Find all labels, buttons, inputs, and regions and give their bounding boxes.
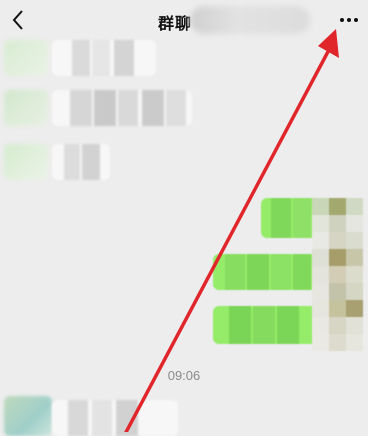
avatar[interactable] bbox=[4, 396, 52, 436]
chat-title: 群聊 bbox=[158, 16, 193, 33]
more-button[interactable] bbox=[335, 10, 363, 30]
avatar[interactable] bbox=[4, 90, 48, 126]
message-bubble-outgoing[interactable] bbox=[261, 198, 317, 238]
more-icon bbox=[340, 18, 344, 22]
message-bubble-outgoing[interactable] bbox=[213, 306, 317, 344]
message-bubble-outgoing[interactable] bbox=[213, 254, 317, 290]
avatar[interactable] bbox=[4, 40, 48, 76]
avatar[interactable] bbox=[312, 198, 363, 354]
back-button[interactable] bbox=[6, 8, 30, 32]
redacted-title-suffix bbox=[190, 6, 310, 34]
message-bubble-incoming[interactable] bbox=[52, 40, 156, 76]
avatar[interactable] bbox=[4, 144, 48, 180]
message-timestamp: 09:06 bbox=[167, 368, 201, 383]
chat-header: 群聊 bbox=[0, 0, 368, 42]
message-bubble-incoming[interactable] bbox=[52, 144, 110, 180]
chevron-left-icon bbox=[12, 10, 23, 30]
message-bubble-incoming[interactable] bbox=[52, 400, 178, 436]
message-bubble-incoming[interactable] bbox=[52, 90, 192, 126]
